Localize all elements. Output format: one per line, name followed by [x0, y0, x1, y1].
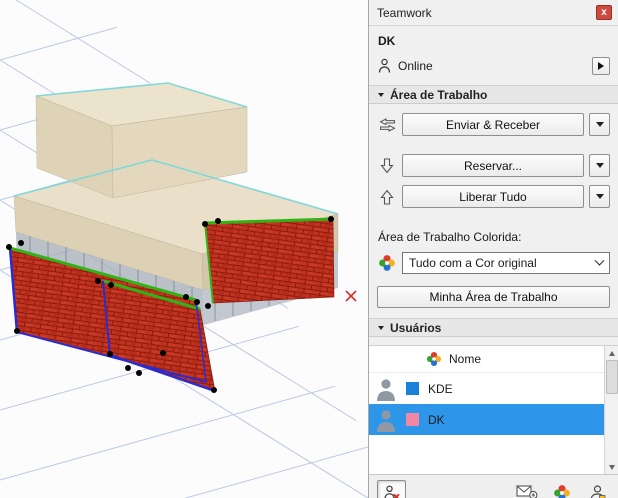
- hide-offline-users-button[interactable]: [377, 480, 406, 498]
- colored-workspace-row: Tudo com a Cor original: [377, 252, 610, 274]
- online-status-row: Online: [378, 56, 610, 76]
- user-list-body: Nome KDE DK: [369, 346, 604, 474]
- close-button[interactable]: x: [596, 5, 612, 20]
- message-search-icon: [516, 483, 539, 498]
- send-receive-button[interactable]: Enviar & Receber: [402, 113, 584, 136]
- user-color-swatch: [406, 382, 419, 395]
- arrow-right-icon: [598, 62, 604, 70]
- user-x-icon: [383, 484, 401, 498]
- color-wheel-icon: [553, 484, 571, 498]
- send-receive-dropdown-button[interactable]: [589, 113, 610, 136]
- dropdown-arrow-icon: [596, 122, 604, 127]
- workspace-section-label: Área de Trabalho: [390, 88, 487, 102]
- user-profile-button[interactable]: [584, 481, 610, 498]
- colored-workspace-select[interactable]: Tudo com a Cor original: [402, 252, 610, 274]
- 3d-viewport[interactable]: [0, 0, 368, 498]
- bottom-toolbar: [369, 474, 618, 498]
- online-status-label: Online: [398, 59, 433, 73]
- reserve-down-arrow-icon: [377, 158, 397, 174]
- user-row-dk-selected[interactable]: DK: [369, 404, 604, 435]
- reserve-row: Reservar...: [377, 154, 610, 177]
- dropdown-arrow-icon: [596, 163, 604, 168]
- release-all-row: Liberar Tudo: [377, 185, 610, 208]
- colored-workspace-value: Tudo com a Cor original: [409, 256, 537, 270]
- chevron-down-icon: [378, 326, 384, 330]
- colored-workspace-toggle-button[interactable]: [549, 481, 575, 498]
- panel-titlebar[interactable]: Teamwork x: [369, 0, 618, 26]
- user-row-kde[interactable]: KDE: [369, 373, 604, 404]
- users-section-label: Usuários: [390, 321, 441, 335]
- teamwork-panel: Teamwork x DK Online Área de Trabalho: [368, 0, 618, 498]
- online-options-button[interactable]: [592, 57, 610, 75]
- user-list-header[interactable]: Nome: [369, 346, 604, 373]
- scroll-up-button[interactable]: [605, 346, 618, 360]
- arrow-up-icon: [609, 351, 615, 356]
- section-header-users[interactable]: Usuários: [369, 318, 618, 337]
- release-all-button[interactable]: Liberar Tudo: [402, 185, 584, 208]
- current-user-label: DK: [378, 34, 610, 48]
- chevron-down-icon: [595, 255, 605, 265]
- person-icon: [378, 58, 391, 74]
- section-header-workspace[interactable]: Área de Trabalho: [369, 85, 618, 104]
- name-column-header: Nome: [449, 352, 481, 366]
- color-wheel-icon: [426, 351, 442, 367]
- user-name: DK: [428, 413, 445, 427]
- dropdown-arrow-icon: [596, 194, 604, 199]
- my-workspace-button[interactable]: Minha Área de Trabalho: [377, 286, 610, 308]
- send-receive-icon: [377, 118, 397, 132]
- reserve-dropdown-button[interactable]: [589, 154, 610, 177]
- user-profile-icon: [589, 484, 606, 498]
- user-name: KDE: [428, 382, 453, 396]
- avatar-icon: [376, 377, 396, 401]
- user-color-swatch: [406, 413, 419, 426]
- scrollbar-thumb[interactable]: [606, 360, 618, 394]
- arrow-down-icon: [609, 465, 615, 470]
- send-receive-row: Enviar & Receber: [377, 113, 610, 136]
- color-wheel-icon: [377, 254, 397, 272]
- release-all-dropdown-button[interactable]: [589, 185, 610, 208]
- user-list-scrollbar[interactable]: [604, 346, 618, 474]
- scroll-down-button[interactable]: [605, 460, 618, 474]
- release-up-arrow-icon: [377, 189, 397, 205]
- panel-content: DK Online Área de Trabalho: [369, 26, 618, 337]
- chevron-down-icon: [378, 93, 384, 97]
- user-list: Nome KDE DK: [369, 345, 618, 474]
- message-button[interactable]: [514, 481, 540, 498]
- avatar-icon: [376, 408, 396, 432]
- reserve-button[interactable]: Reservar...: [402, 154, 584, 177]
- panel-title: Teamwork: [377, 6, 432, 20]
- model-3d-view: [0, 0, 368, 498]
- colored-workspace-label: Área de Trabalho Colorida:: [378, 230, 610, 244]
- application-window: Teamwork x DK Online Área de Trabalho: [0, 0, 618, 498]
